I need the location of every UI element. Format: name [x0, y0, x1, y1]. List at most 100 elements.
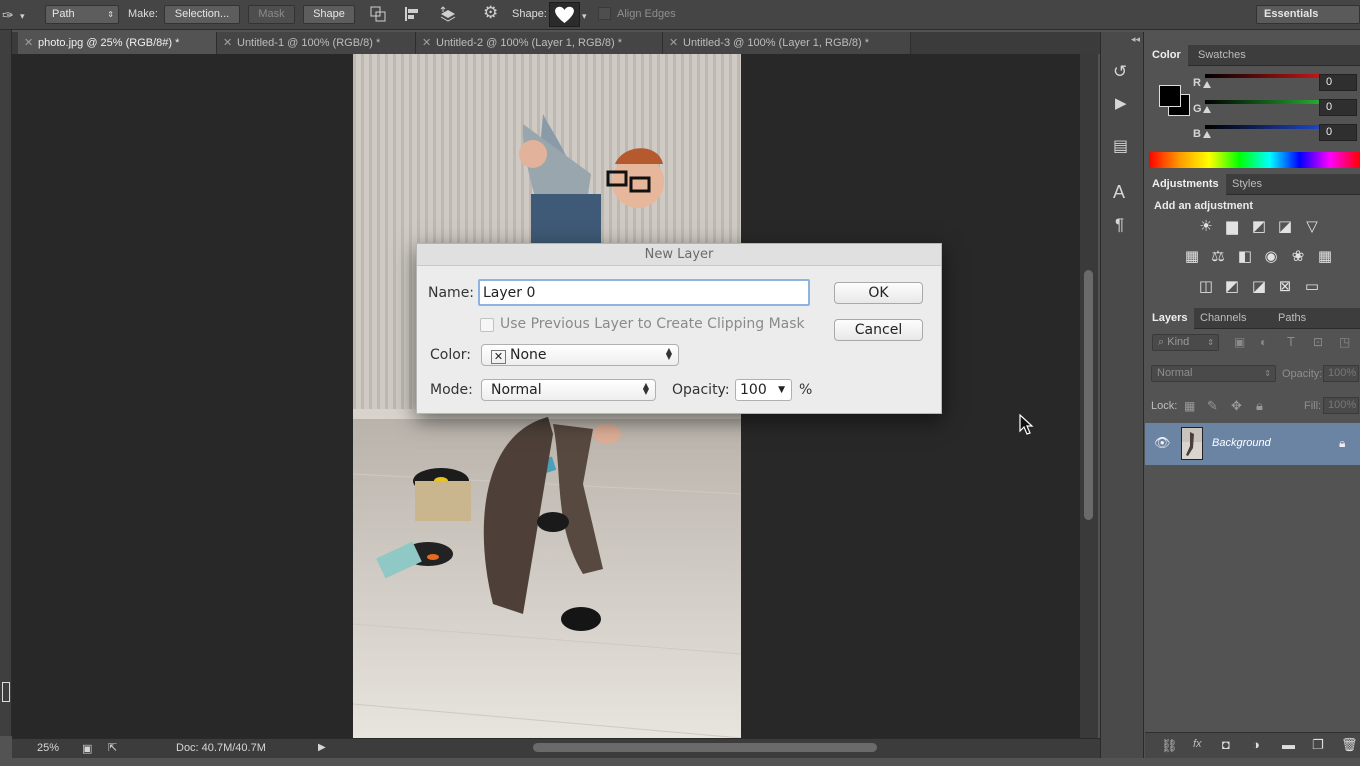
layer-style-fx-icon[interactable]: fx: [1193, 738, 1202, 750]
tab-styles[interactable]: Styles: [1225, 174, 1269, 195]
foreground-color-swatch[interactable]: [1159, 85, 1181, 107]
color-lookup-icon[interactable]: ▦: [1316, 249, 1334, 265]
layer-name-input[interactable]: [478, 279, 810, 306]
color-balance-icon[interactable]: ⚖: [1209, 249, 1227, 265]
tab-layers[interactable]: Layers: [1145, 308, 1195, 329]
screen-mode-icon[interactable]: [2, 682, 10, 702]
filter-type-icon[interactable]: T: [1287, 334, 1295, 349]
selective-color-icon[interactable]: ⊠: [1276, 279, 1294, 295]
lock-all-icon[interactable]: 🔒︎: [1256, 398, 1263, 414]
make-mask-button[interactable]: Mask: [248, 5, 295, 24]
brightness-contrast-icon[interactable]: ☀: [1197, 219, 1215, 235]
delete-layer-trash-icon[interactable]: 🗑︎: [1341, 737, 1358, 753]
horizontal-scroll-thumb[interactable]: [533, 743, 877, 752]
eye-visibility-icon[interactable]: 👁︎: [1154, 435, 1171, 451]
new-layer-icon[interactable]: ❐: [1312, 737, 1324, 753]
link-layers-icon[interactable]: ⛓: [1161, 738, 1178, 754]
history-icon[interactable]: ↺: [1113, 62, 1127, 82]
invert-icon[interactable]: ◫: [1197, 279, 1215, 295]
custom-shape-picker[interactable]: [549, 2, 580, 27]
tab-paths[interactable]: Paths: [1271, 308, 1313, 329]
collapse-arrows-icon[interactable]: ◂◂: [1131, 34, 1140, 45]
layer-color-select[interactable]: ✕ None ▲ ▼: [481, 344, 679, 366]
tab-untitled-2[interactable]: ✕ Untitled-2 @ 100% (Layer 1, RGB/8) *: [416, 32, 663, 54]
character-icon[interactable]: A: [1113, 182, 1125, 203]
path-operations-icon[interactable]: [370, 6, 386, 22]
slider-handle-icon[interactable]: [1203, 106, 1211, 113]
mouse-cursor-icon: [1019, 414, 1034, 435]
new-adjustment-layer-icon[interactable]: ◑: [1252, 737, 1260, 752]
close-tab-icon[interactable]: ✕: [24, 32, 33, 54]
tab-untitled-1[interactable]: ✕ Untitled-1 @ 100% (RGB/8) *: [217, 32, 416, 54]
tab-swatches[interactable]: Swatches: [1191, 45, 1253, 66]
filter-smart-object-icon[interactable]: ◳: [1339, 335, 1350, 349]
lock-image-brush-icon[interactable]: ✎: [1207, 398, 1218, 414]
path-alignment-icon[interactable]: [404, 6, 422, 22]
vibrance-icon[interactable]: ▽: [1303, 219, 1321, 235]
path-arrangement-icon[interactable]: [438, 5, 458, 23]
photo-filter-icon[interactable]: ◉: [1262, 249, 1280, 265]
cancel-button[interactable]: Cancel: [834, 319, 923, 341]
chevron-down-icon[interactable]: ▾: [582, 9, 587, 23]
tab-photo[interactable]: ✕ photo.jpg @ 25% (RGB/8#) *: [18, 32, 217, 54]
slider-handle-icon[interactable]: [1203, 131, 1211, 138]
make-selection-button[interactable]: Selection...: [164, 5, 240, 24]
green-value[interactable]: 0: [1319, 99, 1357, 116]
curves-icon[interactable]: ◩: [1250, 219, 1268, 235]
clipping-mask-checkbox[interactable]: [480, 318, 494, 332]
slider-handle-icon[interactable]: [1203, 81, 1211, 88]
chevron-down-icon[interactable]: ▼: [778, 380, 785, 400]
red-value[interactable]: 0: [1319, 74, 1357, 91]
tab-channels[interactable]: Channels: [1193, 308, 1253, 329]
vertical-scroll-thumb[interactable]: [1084, 270, 1093, 520]
color-label: Color:: [430, 347, 472, 363]
levels-icon[interactable]: ▆: [1223, 219, 1241, 235]
properties-icon[interactable]: ▤: [1113, 136, 1128, 156]
threshold-icon[interactable]: ◪: [1250, 279, 1268, 295]
channel-mixer-icon[interactable]: ❀: [1289, 249, 1307, 265]
status-menu-arrow-icon[interactable]: ▶: [318, 742, 326, 753]
path-mode-select[interactable]: Path ⇕: [45, 5, 119, 24]
close-tab-icon[interactable]: ✕: [223, 32, 232, 54]
fill-field[interactable]: 100%: [1323, 397, 1359, 414]
make-shape-button[interactable]: Shape: [303, 5, 355, 24]
zoom-level[interactable]: 25%: [37, 742, 59, 754]
workspace-switcher[interactable]: Essentials: [1256, 5, 1360, 24]
blend-mode-select[interactable]: Normal ⇕: [1151, 365, 1276, 382]
lock-transparent-icon[interactable]: ▦: [1184, 399, 1195, 413]
timeline-icon[interactable]: ▣: [82, 742, 92, 755]
filter-adjustment-icon[interactable]: ◐: [1260, 335, 1267, 349]
actions-play-icon[interactable]: ▶: [1115, 94, 1127, 112]
align-edges-checkbox[interactable]: [598, 7, 611, 20]
lock-position-move-icon[interactable]: ✥: [1231, 398, 1242, 414]
tab-color[interactable]: Color: [1145, 45, 1188, 66]
pen-tool-icon[interactable]: ✑: [2, 8, 14, 22]
gradient-map-icon[interactable]: ▭: [1303, 279, 1321, 295]
share-icon[interactable]: ⇱: [108, 741, 117, 754]
tab-adjustments[interactable]: Adjustments: [1145, 174, 1226, 195]
posterize-icon[interactable]: ◩: [1223, 279, 1241, 295]
layer-row-background[interactable]: 👁︎ Background 🔒︎: [1145, 423, 1360, 465]
hue-saturation-icon[interactable]: ▦: [1183, 249, 1201, 265]
gear-icon[interactable]: ⚙: [483, 4, 498, 21]
new-group-folder-icon[interactable]: ▬: [1282, 737, 1295, 752]
paragraph-icon[interactable]: ¶: [1115, 215, 1124, 235]
black-white-icon[interactable]: ◧: [1236, 249, 1254, 265]
filter-pixel-icon[interactable]: ▣: [1234, 335, 1245, 349]
exposure-icon[interactable]: ◪: [1276, 219, 1294, 235]
close-tab-icon[interactable]: ✕: [669, 32, 678, 54]
blend-mode-dialog-select[interactable]: Normal ▲ ▼: [481, 379, 656, 401]
layer-opacity-field[interactable]: 100%: [1323, 365, 1359, 382]
ok-button[interactable]: OK: [834, 282, 923, 304]
add-mask-icon[interactable]: ◘: [1222, 737, 1230, 752]
blue-value[interactable]: 0: [1319, 124, 1357, 141]
filter-shape-icon[interactable]: ⊡: [1313, 335, 1323, 349]
opacity-input[interactable]: 100 ▼: [735, 379, 792, 401]
filter-kind-select[interactable]: ⌕ Kind ⇕: [1152, 334, 1219, 351]
tab-untitled-3[interactable]: ✕ Untitled-3 @ 100% (Layer 1, RGB/8) *: [663, 32, 911, 54]
color-spectrum-ramp[interactable]: [1149, 152, 1360, 168]
close-tab-icon[interactable]: ✕: [422, 32, 431, 54]
layer-name[interactable]: Background: [1212, 437, 1271, 449]
fill-label: Fill:: [1304, 400, 1322, 412]
tool-preset-dropdown-icon[interactable]: ▾: [20, 9, 25, 23]
